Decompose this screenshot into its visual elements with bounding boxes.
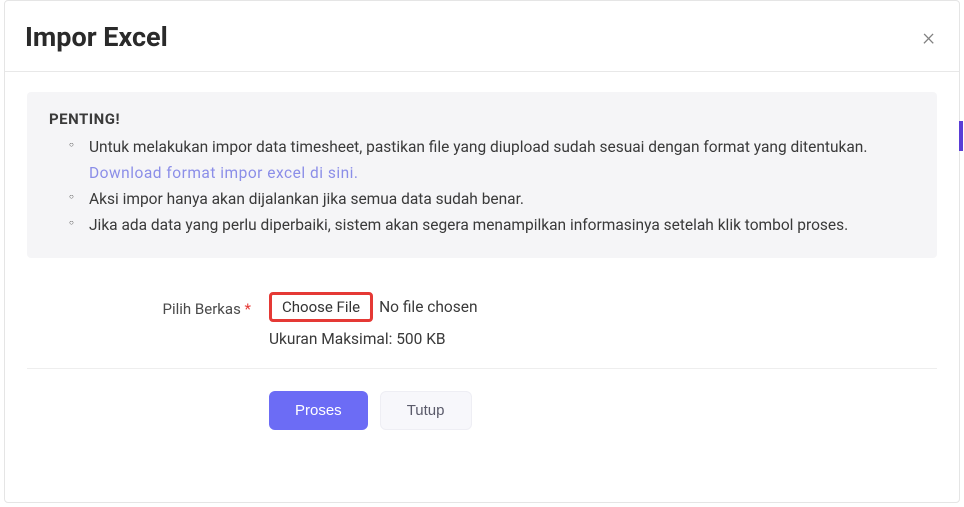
file-label: Pilih Berkas *	[27, 292, 269, 318]
process-button[interactable]: Proses	[269, 391, 368, 430]
alert-heading: PENTING!	[49, 110, 915, 128]
alert-text: Untuk melakukan impor data timesheet, pa…	[89, 138, 867, 156]
file-input-row: Pilih Berkas * Choose File No file chose…	[27, 282, 937, 369]
modal-body: PENTING! Untuk melakukan impor data time…	[5, 72, 959, 450]
modal-title: Impor Excel	[25, 21, 168, 53]
alert-important: PENTING! Untuk melakukan impor data time…	[27, 92, 937, 258]
required-marker: *	[245, 300, 251, 318]
modal-header: Impor Excel ×	[5, 1, 959, 72]
choose-file-button[interactable]: Choose File	[269, 292, 373, 322]
alert-text: Jika ada data yang perlu diperbaiki, sis…	[89, 216, 848, 234]
download-format-link[interactable]: Download format impor excel di sini.	[89, 164, 359, 182]
close-icon[interactable]: ×	[918, 25, 939, 49]
right-edge-accent	[959, 121, 963, 151]
alert-text: Aksi impor hanya akan dijalankan jika se…	[89, 190, 524, 208]
file-input-wrapper: Choose File No file chosen	[269, 292, 937, 322]
alert-item: Jika ada data yang perlu diperbaiki, sis…	[69, 212, 915, 238]
alert-list: Untuk melakukan impor data timesheet, pa…	[49, 134, 915, 238]
alert-item: Aksi impor hanya akan dijalankan jika se…	[69, 186, 915, 212]
close-button[interactable]: Tutup	[380, 391, 472, 430]
alert-item: Untuk melakukan impor data timesheet, pa…	[69, 134, 915, 186]
import-excel-modal: Impor Excel × PENTING! Untuk melakukan i…	[4, 0, 960, 503]
file-control-area: Choose File No file chosen Ukuran Maksim…	[269, 292, 937, 348]
file-status-text: No file chosen	[379, 298, 477, 316]
file-size-hint: Ukuran Maksimal: 500 KB	[269, 330, 937, 348]
file-label-text: Pilih Berkas	[163, 300, 245, 318]
button-row: Proses Tutup	[27, 369, 937, 430]
